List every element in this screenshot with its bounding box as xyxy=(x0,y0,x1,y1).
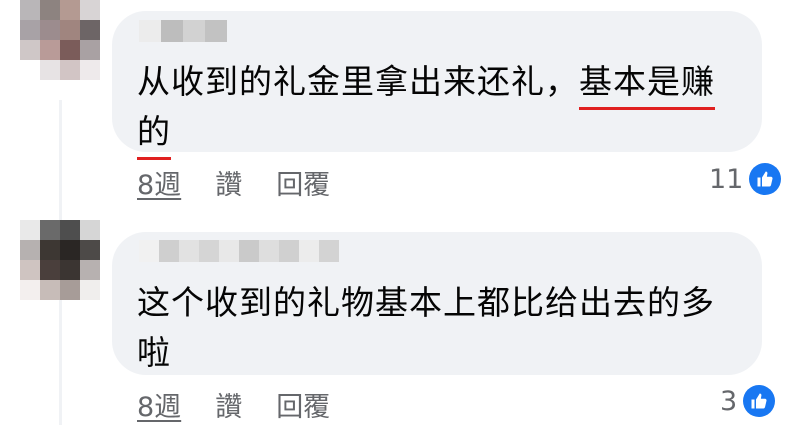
comment-actions: 8週 讚 回覆 xyxy=(137,385,330,424)
comment-text-line: 这个收到的礼物基本上都比给出去的多 xyxy=(137,283,715,322)
commenter-name-blurred[interactable] xyxy=(139,20,227,42)
avatar[interactable] xyxy=(20,220,100,300)
comment-timestamp[interactable]: 8週 xyxy=(137,385,181,424)
comment-text: 从收到的礼金里拿出来还礼，基本是赚 的 xyxy=(137,57,747,160)
reaction-summary[interactable]: 3 xyxy=(720,385,776,417)
like-button[interactable]: 讚 xyxy=(215,385,242,424)
reply-button[interactable]: 回覆 xyxy=(276,385,330,424)
avatar[interactable] xyxy=(20,0,100,80)
comment-actions: 8週 讚 回覆 xyxy=(137,163,330,202)
comment-text-line: 啦 xyxy=(137,333,171,372)
comment-text-highlighted: 基本是赚 xyxy=(579,57,715,110)
reply-button[interactable]: 回覆 xyxy=(276,163,330,202)
comment-text: 这个收到的礼物基本上都比给出去的多 啦 xyxy=(137,278,747,378)
comment-timestamp[interactable]: 8週 xyxy=(137,163,181,202)
like-thumbs-up-icon xyxy=(749,163,782,195)
comment-text-highlighted: 的 xyxy=(137,107,171,160)
comment-text-part: 从收到的礼金里拿出来还礼， xyxy=(137,62,579,101)
like-thumbs-up-icon xyxy=(743,385,776,417)
commenter-name-blurred[interactable] xyxy=(139,240,339,262)
reaction-summary[interactable]: 11 xyxy=(709,163,782,195)
reaction-count: 3 xyxy=(720,385,738,417)
like-button[interactable]: 讚 xyxy=(215,163,242,202)
reaction-count: 11 xyxy=(709,163,744,195)
